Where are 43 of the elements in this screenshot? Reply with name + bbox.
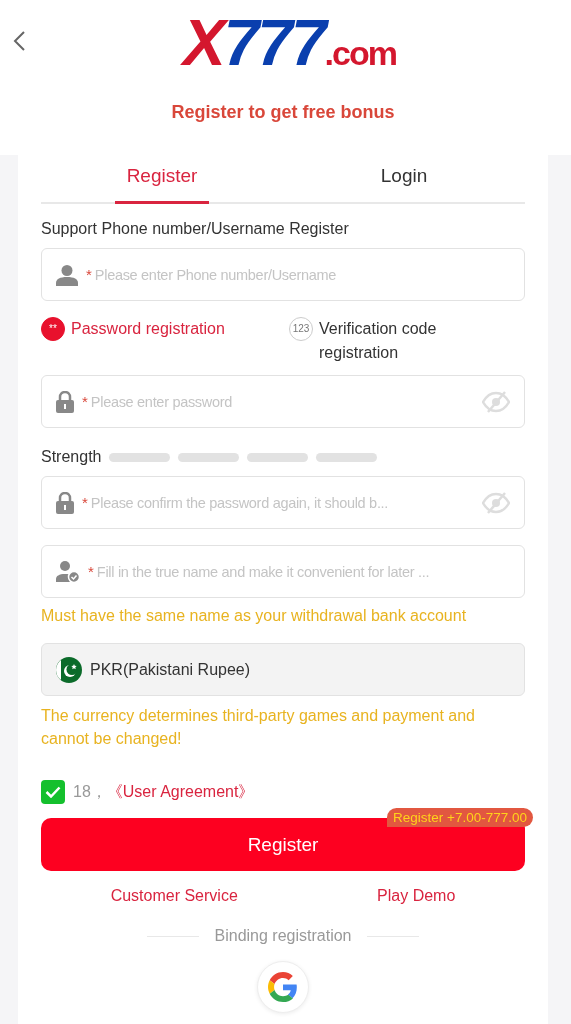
strength-label: Strength <box>41 448 102 466</box>
binding-label: Binding registration <box>214 927 352 945</box>
check-icon <box>45 786 61 798</box>
tab[interactable]: Login <box>283 165 525 202</box>
currency-field[interactable]: PKR(Pakistani Rupee) <box>41 643 525 696</box>
currency-value: PKR(Pakistani Rupee) <box>90 660 251 679</box>
user-agreement-link[interactable]: 《User Agreement》 <box>106 781 255 803</box>
method-icon: ** <box>41 317 65 341</box>
back-icon[interactable] <box>12 30 28 52</box>
flag-icon <box>56 656 82 683</box>
user-icon <box>56 263 78 286</box>
text-input[interactable]: Please enter password <box>88 392 474 411</box>
required-mark: * <box>86 266 92 283</box>
lock-icon <box>56 390 74 413</box>
lock-icon <box>56 491 74 514</box>
confirm-password-field[interactable]: * Please confirm the password again, it should b... <box>41 476 525 529</box>
text-input[interactable]: Please enter Phone number/Username <box>92 265 510 284</box>
promo-title: Register to get free bonus <box>170 102 396 123</box>
account-field[interactable]: * Please enter Phone number/Username <box>41 248 525 301</box>
eye-off-icon[interactable] <box>482 491 510 514</box>
text-input[interactable]: Fill in the true name and make it convenient for later ... <box>94 562 510 581</box>
google-icon <box>268 972 298 1002</box>
required-mark: * <box>82 393 88 410</box>
method-option[interactable]: ** Password registration <box>41 317 289 365</box>
footer-link[interactable]: Customer Service <box>110 887 238 905</box>
eye-off-icon[interactable] <box>482 390 510 413</box>
footer-link[interactable]: Play Demo <box>377 887 456 905</box>
method-icon: 123 <box>289 317 313 341</box>
bonus-badge: Register +7.00-777.00 <box>387 808 533 827</box>
agreement-checkbox[interactable] <box>41 780 65 804</box>
name-hint: Must have the same name as your withdrawal bank account <box>41 606 468 626</box>
google-button[interactable] <box>257 961 309 1013</box>
name-field[interactable]: * Fill in the true name and make it convenient for later ... <box>41 545 525 598</box>
text-input[interactable]: Please confirm the password again, it should b... <box>88 493 474 512</box>
currency-hint: The currency determines third-party games and payment and cannot be changed! <box>41 706 476 749</box>
required-mark: * <box>88 563 94 580</box>
user-check-icon <box>56 560 80 583</box>
required-mark: * <box>82 494 88 511</box>
age-text: 18， <box>73 781 107 802</box>
section-label: Support Phone number/Username Register <box>41 220 350 238</box>
method-option[interactable]: 123 Verification code registration <box>289 317 479 365</box>
tab[interactable]: Register <box>41 165 283 202</box>
password-field[interactable]: * Please enter password <box>41 375 525 428</box>
